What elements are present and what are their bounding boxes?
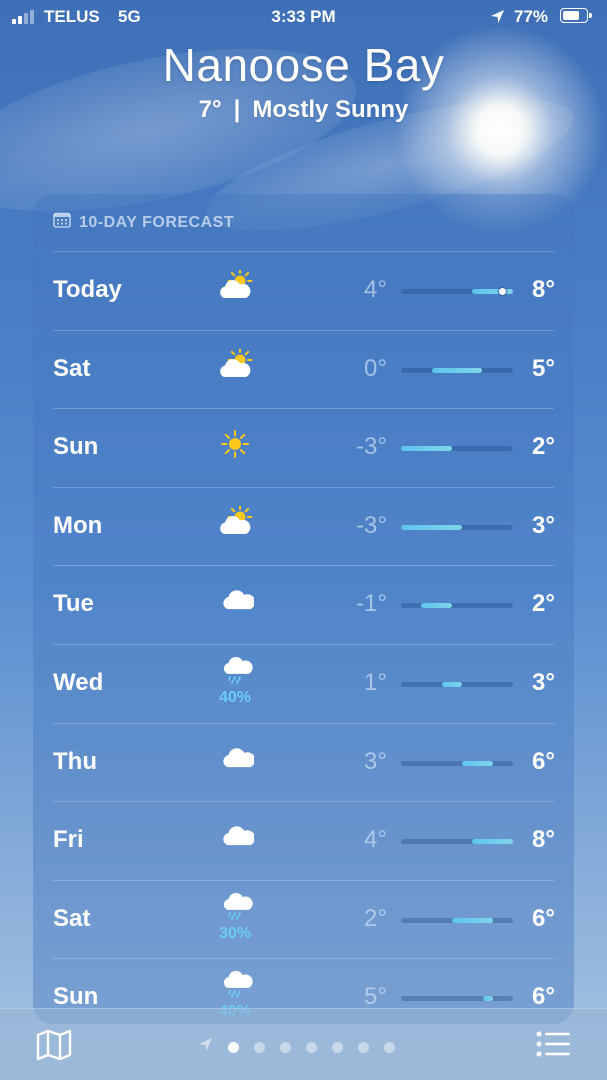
temperature-range-fill [482,996,493,1002]
temperature-range-bar [401,367,513,373]
temperature-range-fill [441,681,463,687]
current-temperature: 7° [198,96,222,123]
forecast-row[interactable]: Wed 40% 1° 3° [53,643,555,723]
high-temperature: 2° [532,433,555,461]
temperature-range-bar [401,996,513,1002]
page-dot[interactable] [280,1041,291,1053]
temperature-range-fill [421,603,452,609]
forecast-title: 10-DAY FORECAST [79,213,235,231]
high-temperature: 6° [532,747,555,775]
forecast-day: Wed [53,668,104,696]
temperature-range-bar [401,917,513,923]
partly-sunny-icon [213,505,257,546]
status-bar: TELUS 5G 3:33 PM 77% [0,0,607,34]
forecast-row[interactable]: Sun -3° 2° [53,408,555,487]
location-arrow-icon[interactable] [198,1037,213,1057]
map-button[interactable] [36,1029,72,1066]
low-temperature: 4° [364,826,387,854]
high-temperature: 8° [532,826,555,854]
cloudy-icon [213,820,257,860]
location-arrow-icon [490,9,505,29]
temperature-range-bar [401,603,513,609]
low-temperature: 0° [364,354,387,382]
partly-sunny-icon [213,270,257,310]
temperature-range-bar [401,760,513,766]
low-temperature: 1° [364,668,387,696]
current-condition: Mostly Sunny [252,96,409,123]
page-dot[interactable] [254,1041,265,1053]
low-temperature: -1° [356,590,387,618]
forecast-row[interactable]: Sat 0° 5° [53,329,555,409]
forecast-row[interactable]: Mon -3° 3° [53,486,555,566]
current-summary: 7° | Mostly Sunny [0,96,607,124]
page-dot[interactable] [332,1041,343,1053]
forecast-day: Mon [53,511,103,539]
temperature-range-fill [401,446,452,452]
forecast-day: Tue [53,590,94,618]
partly-sunny-icon [213,348,257,389]
forecast-day: Fri [53,826,84,854]
cloudy-icon [213,742,257,782]
forecast-day: Today [53,276,122,303]
temperature-range-bar [401,288,513,295]
high-temperature: 5° [532,354,555,382]
city-name: Nanoose Bay [162,39,445,91]
temperature-range-bar [401,524,513,530]
forecast-day: Sat [53,354,91,382]
low-temperature: -3° [356,511,387,539]
low-temperature: 3° [364,747,387,775]
high-temperature: 6° [532,904,555,932]
page-dot[interactable] [384,1041,395,1053]
temperature-range-bar [401,681,513,687]
forecast-row[interactable]: Tue -1° 2° [53,565,555,644]
battery-icon [560,8,592,23]
page-dot[interactable] [306,1041,317,1053]
sunny-icon [213,427,257,467]
high-temperature: 8° [532,276,555,303]
calendar-icon [53,212,71,233]
page-indicator[interactable] [198,1037,395,1057]
list-icon [536,1031,570,1061]
low-temperature: 4° [364,276,387,303]
temperature-range-fill [451,917,493,923]
forecast-day: Sat [53,904,91,932]
ten-day-forecast-card[interactable]: 10-DAY FORECAST Today 4° 8° Sat 0° 5° Sun -3° 2°… [33,194,574,1024]
forecast-row[interactable]: Fri 4° 8° [53,801,555,880]
forecast-row[interactable]: Today 4° 8° [53,251,555,330]
city-list-button[interactable] [536,1031,570,1062]
temperature-range-fill [472,839,513,845]
page-dot[interactable] [228,1041,239,1053]
forecast-row[interactable]: Thu 3° 6° [53,722,555,802]
temperature-range-fill [472,289,513,294]
precip-chance: 30% [218,924,252,942]
temperature-range-fill [401,524,463,530]
map-icon [36,1029,72,1065]
high-temperature: 3° [532,668,555,696]
high-temperature: 2° [532,590,555,618]
low-temperature: -3° [356,433,387,461]
page-dot[interactable] [358,1041,369,1053]
temperature-range-bar [401,839,513,845]
forecast-day: Thu [53,747,97,775]
bottom-toolbar [0,1008,607,1080]
temperature-range-bar [401,446,513,452]
battery-percent: 77% [514,7,549,26]
temperature-range-fill [431,367,483,373]
forecast-header: 10-DAY FORECAST [53,212,554,233]
low-temperature: 2° [364,904,387,932]
temperature-range-fill [462,760,493,766]
summary-separator: | [233,96,241,123]
forecast-list: Today 4° 8° Sat 0° 5° Sun -3° 2° Mon -3° 3° Tue -1° 2°… [53,251,555,1024]
forecast-day: Sun [53,433,99,461]
cloudy-icon [213,584,257,624]
high-temperature: 3° [532,511,555,539]
forecast-row[interactable]: Sat 30% 2° 6° [53,879,555,959]
precip-chance: 40% [218,688,252,706]
